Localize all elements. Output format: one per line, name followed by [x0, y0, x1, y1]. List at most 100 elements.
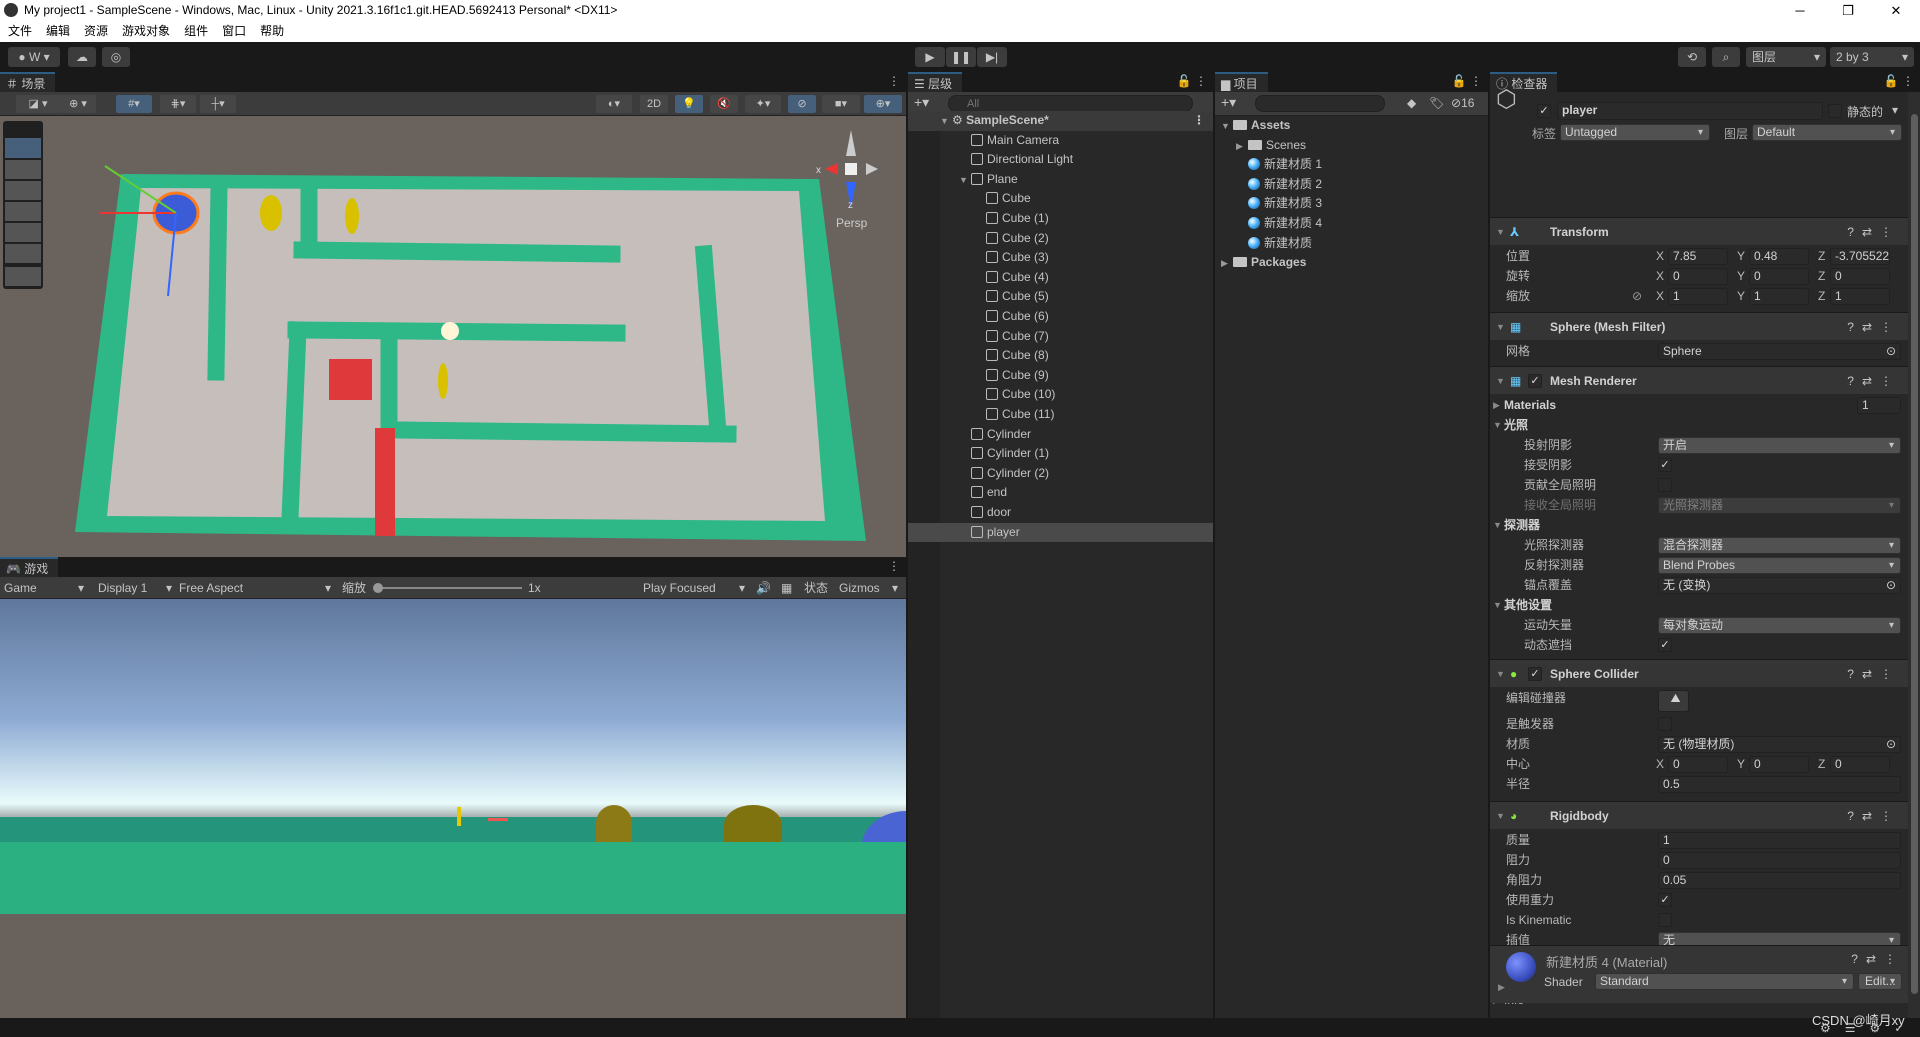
project-item[interactable]: ▶ Packages: [1215, 253, 1488, 273]
vector-x-field[interactable]: 0: [1668, 756, 1728, 773]
more-icon[interactable]: ⋮: [888, 559, 900, 573]
checkbox[interactable]: ✓: [1658, 458, 1672, 472]
menu-assets[interactable]: 资源: [76, 21, 114, 42]
projection-label[interactable]: Persp: [836, 216, 868, 230]
gizmos-dropdown-arrow[interactable]: ▾: [892, 577, 898, 599]
ruler-button[interactable]: ┼▾: [200, 95, 236, 113]
checkbox[interactable]: ✓: [1658, 893, 1672, 907]
foldout-arrow-icon[interactable]: ▼: [1496, 218, 1505, 246]
expand-arrow-icon[interactable]: ▼: [959, 171, 971, 191]
search-button[interactable]: ⌕: [1712, 47, 1740, 67]
object-field[interactable]: Sphere ⊙: [1658, 343, 1901, 360]
constrain-proportions-icon[interactable]: ⊘: [1632, 286, 1642, 306]
grid-icon[interactable]: ▦: [781, 577, 792, 599]
component-header-transform[interactable]: ▼ ⅄ Transform ?⇄⋮: [1490, 217, 1908, 245]
hierarchy-item[interactable]: ▼ Plane: [908, 170, 1213, 190]
filter-by-label-icon[interactable]: 🏷: [1429, 96, 1444, 110]
hierarchy-item[interactable]: Cube (2): [908, 229, 1213, 249]
vector-z-field[interactable]: 0: [1830, 756, 1890, 773]
cloud-button[interactable]: ☁: [68, 47, 96, 67]
vector-y-field[interactable]: 1: [1749, 288, 1809, 305]
tab-scene[interactable]: ＃ 场景: [0, 72, 56, 92]
tag-dropdown[interactable]: Untagged: [1560, 124, 1710, 141]
stats-button[interactable]: 状态: [804, 577, 828, 599]
project-item[interactable]: ▼ Assets: [1215, 116, 1488, 136]
component-header-sphere-collider[interactable]: ▼ ● ✓ Sphere Collider ?⇄⋮: [1490, 659, 1908, 687]
expand-arrow-icon[interactable]: ▶: [1221, 254, 1233, 274]
dropdown-field[interactable]: 开启: [1658, 437, 1901, 454]
inspector-scrollbar[interactable]: [1908, 92, 1920, 1018]
history-button[interactable]: ⟲: [1678, 47, 1706, 67]
game-viewport[interactable]: [0, 599, 906, 1018]
tab-hierarchy[interactable]: ☰ 层级: [908, 72, 963, 92]
section-label[interactable]: 光照: [1504, 415, 1528, 435]
checkbox[interactable]: [1658, 717, 1672, 731]
foldout-arrow-icon[interactable]: ▼: [1493, 515, 1502, 535]
component-header-rigidbody[interactable]: ▼ ◕ Rigidbody ?⇄⋮: [1490, 801, 1908, 829]
foldout-arrow-icon[interactable]: ▶: [1493, 395, 1500, 415]
global-dropdown[interactable]: ⊕ ▾: [60, 95, 96, 113]
hierarchy-item[interactable]: Cylinder: [908, 425, 1213, 445]
checkbox[interactable]: [1658, 478, 1672, 492]
toggle-2d-button[interactable]: 2D: [640, 95, 668, 113]
game-view-dropdown[interactable]: Game ▾: [4, 577, 88, 599]
menu-file[interactable]: 文件: [0, 21, 38, 42]
dropdown-field[interactable]: Blend Probes: [1658, 557, 1901, 574]
number-field[interactable]: 1: [1658, 832, 1901, 849]
shader-dropdown[interactable]: Standard: [1595, 973, 1854, 990]
hidden-toggle-icon[interactable]: ⊘: [788, 95, 816, 113]
component-header-icons[interactable]: ?⇄⋮: [1847, 660, 1900, 688]
project-item[interactable]: 新建材质: [1215, 234, 1488, 254]
project-item[interactable]: ▶ Scenes: [1215, 136, 1488, 156]
pause-button[interactable]: ❚❚: [946, 47, 976, 67]
filter-by-type-icon[interactable]: ◆: [1407, 96, 1416, 110]
lock-icon[interactable]: 🔓 ⋮: [1452, 74, 1482, 88]
dropdown-field[interactable]: 光照探测器: [1658, 497, 1901, 514]
play-button[interactable]: ▶: [915, 47, 945, 67]
layer-dropdown[interactable]: Default: [1752, 124, 1902, 141]
hierarchy-item[interactable]: Cube (5): [908, 287, 1213, 307]
custom-tool-icon[interactable]: [5, 267, 41, 286]
section-label[interactable]: 其他设置: [1504, 595, 1552, 615]
object-picker-icon[interactable]: ⊙: [1886, 578, 1896, 593]
vector-y-field[interactable]: 0: [1749, 268, 1809, 285]
hierarchy-item[interactable]: Cube: [908, 189, 1213, 209]
component-header-icons[interactable]: ?⇄⋮: [1847, 218, 1900, 246]
hierarchy-item[interactable]: Cube (7): [908, 327, 1213, 347]
component-enabled-checkbox[interactable]: ✓: [1528, 374, 1542, 388]
component-header-sphere-mesh-filter-[interactable]: ▼ ▦ Sphere (Mesh Filter) ?⇄⋮: [1490, 312, 1908, 340]
object-field[interactable]: 无 (物理材质) ⊙: [1658, 736, 1901, 753]
shading-mode-dropdown[interactable]: ◐▾: [596, 95, 632, 113]
hierarchy-item[interactable]: Cube (6): [908, 307, 1213, 327]
component-header-icons[interactable]: ?⇄⋮: [1847, 802, 1900, 830]
menu-edit[interactable]: 编辑: [38, 21, 76, 42]
lighting-toggle-icon[interactable]: 💡: [675, 95, 703, 113]
vector-x-field[interactable]: 0: [1668, 268, 1728, 285]
vector-z-field[interactable]: 1: [1830, 288, 1890, 305]
component-enabled-checkbox[interactable]: ✓: [1528, 667, 1542, 681]
play-mode-dropdown[interactable]: Play Focused ▾: [643, 577, 747, 599]
foldout-arrow-icon[interactable]: ▼: [1496, 367, 1505, 395]
view-tool-icon[interactable]: [5, 138, 41, 158]
vector-y-field[interactable]: 0: [1749, 756, 1809, 773]
menu-gameobject[interactable]: 游戏对象: [114, 21, 176, 42]
hierarchy-item[interactable]: player: [908, 522, 1213, 543]
shader-edit-button[interactable]: Edit...: [1858, 973, 1902, 990]
increment-snap-button[interactable]: ⋕▾: [160, 95, 196, 113]
hierarchy-item[interactable]: door: [908, 503, 1213, 523]
hierarchy-item[interactable]: Cube (9): [908, 366, 1213, 386]
number-field[interactable]: 0: [1658, 852, 1901, 869]
zoom-slider-handle[interactable]: [373, 583, 383, 593]
move-tool-icon[interactable]: [5, 160, 41, 179]
materials-size-field[interactable]: 1: [1857, 397, 1901, 414]
scrollbar-thumb[interactable]: [1911, 114, 1918, 994]
edit-collider-button[interactable]: ⛰: [1658, 690, 1689, 712]
step-button[interactable]: ▶|: [977, 47, 1007, 67]
transform-tool-icon[interactable]: [5, 244, 41, 263]
scene-menu-icon[interactable]: ⋮: [1193, 111, 1205, 131]
camera-dropdown[interactable]: ■▾: [822, 95, 860, 113]
active-checkbox[interactable]: ✓: [1537, 104, 1551, 118]
menu-component[interactable]: 组件: [176, 21, 214, 42]
component-header-mesh-renderer[interactable]: ▼ ▦ ✓ Mesh Renderer ?⇄⋮: [1490, 366, 1908, 394]
hierarchy-item[interactable]: Cube (3): [908, 248, 1213, 268]
